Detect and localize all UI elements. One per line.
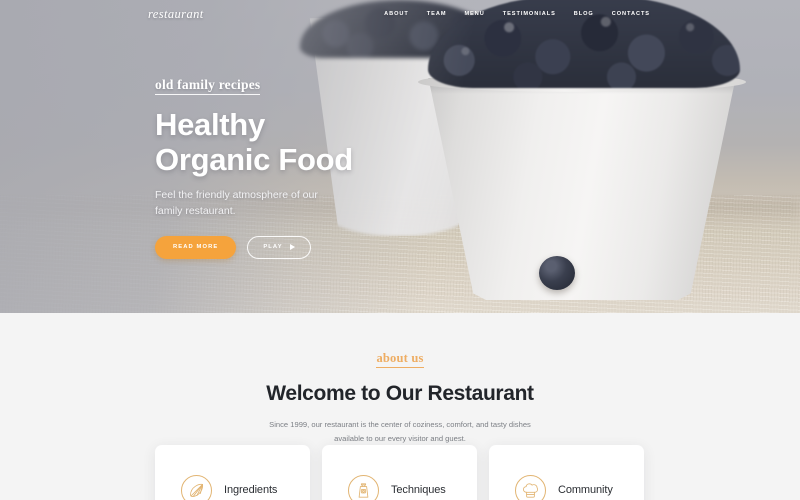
chef-hat-icon	[515, 474, 546, 500]
feature-cards: Ingredients Techniques Community	[155, 445, 644, 500]
lemon-slice-icon	[181, 474, 212, 500]
nav-item-about[interactable]: ABOUT	[384, 11, 409, 17]
landing-page: restaurant ABOUT TEAM MENU TESTIMONIALS …	[0, 0, 800, 500]
nav-item-menu[interactable]: MENU	[464, 11, 484, 17]
read-more-button[interactable]: READ MORE	[155, 235, 237, 259]
hero-content: old family recipes Healthy Organic Food …	[155, 76, 485, 259]
nav-item-blog[interactable]: BLOG	[574, 11, 594, 17]
nav-item-contacts[interactable]: CONTACTS	[612, 11, 650, 17]
nav-item-team[interactable]: TEAM	[427, 11, 447, 17]
feature-card-ingredients[interactable]: Ingredients	[155, 445, 310, 500]
play-button-label: PLAY	[263, 244, 283, 251]
play-button[interactable]: PLAY	[247, 235, 311, 259]
about-title: Welcome to Our Restaurant	[266, 382, 534, 405]
about-description: Since 1999, our restaurant is the center…	[269, 420, 531, 444]
play-icon	[289, 244, 295, 251]
loose-blueberry	[539, 256, 575, 290]
nav-item-testimonials[interactable]: TESTIMONIALS	[503, 11, 556, 17]
hero-eyebrow: old family recipes	[155, 77, 261, 95]
hero-subtitle: Feel the friendly atmosphere of our fami…	[155, 189, 318, 217]
feature-card-label: Techniques	[391, 484, 446, 496]
hero-title-line-2: Organic Food	[155, 142, 353, 178]
main-navbar: restaurant ABOUT TEAM MENU TESTIMONIALS …	[0, 0, 800, 28]
feature-card-label: Ingredients	[224, 484, 278, 496]
hero-actions: READ MORE PLAY	[155, 235, 485, 259]
kitchen-scale-icon	[348, 474, 379, 500]
feature-card-techniques[interactable]: Techniques	[322, 445, 477, 500]
about-eyebrow: about us	[376, 351, 424, 368]
hero-title: Healthy Organic Food	[155, 107, 485, 177]
hero-title-line-1: Healthy	[155, 107, 265, 142]
nav-links: ABOUT TEAM MENU TESTIMONIALS BLOG CONTAC…	[384, 11, 650, 17]
feature-card-community[interactable]: Community	[489, 445, 644, 500]
hero-section: restaurant ABOUT TEAM MENU TESTIMONIALS …	[0, 0, 800, 313]
site-logo[interactable]: restaurant	[148, 7, 204, 22]
feature-card-label: Community	[558, 484, 613, 496]
